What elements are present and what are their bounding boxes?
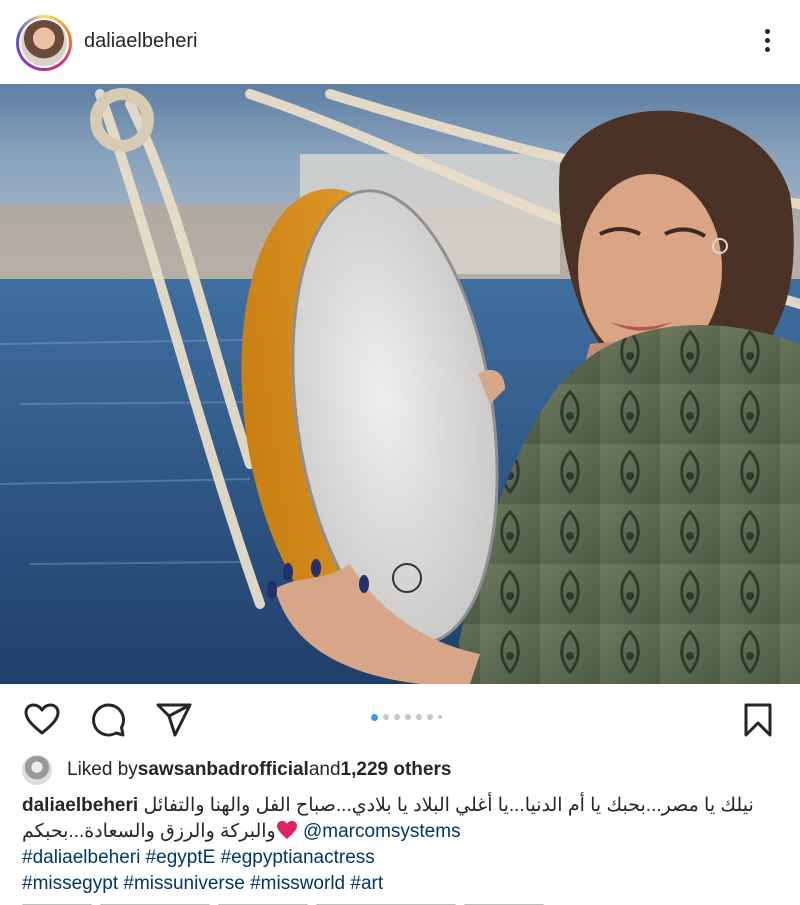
post-photo[interactable]: [0, 84, 800, 684]
caption-username[interactable]: daliaelbeheri: [22, 795, 138, 816]
post-username[interactable]: daliaelbeheri: [84, 30, 197, 53]
cut-off-text-line: [22, 898, 582, 905]
carousel-dot[interactable]: [438, 715, 442, 719]
carousel-dot[interactable]: [427, 714, 433, 720]
carousel-dot[interactable]: [371, 713, 378, 721]
caption-mention[interactable]: @marcomsystems: [303, 821, 461, 842]
likes-count[interactable]: 1,229 others: [341, 759, 452, 781]
likes-summary[interactable]: Liked by sawsanbadrofficial and 1,229 ot…: [22, 755, 451, 785]
photo-illustration: [0, 84, 800, 684]
more-vertical-icon[interactable]: [752, 26, 782, 60]
caption-text-line2: والبركة والرزق والسعادة...بحبكم: [22, 821, 276, 842]
red-heart-emoji-icon: [276, 820, 297, 840]
liker-username[interactable]: sawsanbadrofficial: [138, 759, 309, 781]
profile-avatar[interactable]: [16, 15, 72, 71]
caption-hashtags[interactable]: #daliaelbeheri #egyptE #egpyptianactress: [22, 847, 375, 868]
carousel-dot[interactable]: [383, 714, 389, 720]
share-icon[interactable]: [154, 700, 194, 740]
likes-prefix: Liked by: [67, 759, 138, 780]
bookmark-icon[interactable]: [738, 700, 778, 740]
carousel-indicator: [371, 712, 442, 722]
likes-and: and: [308, 759, 341, 780]
carousel-dot[interactable]: [394, 714, 400, 720]
comment-icon[interactable]: [88, 700, 128, 740]
carousel-dot[interactable]: [405, 714, 411, 720]
caption-hashtags[interactable]: #missegypt #missuniverse #missworld #art: [22, 873, 383, 894]
carousel-dot[interactable]: [416, 714, 422, 720]
heart-icon[interactable]: [22, 700, 62, 740]
post-caption: daliaelbeheri نيلك يا مصر...بحبك يا أم ا…: [22, 793, 782, 897]
post-header: daliaelbeheri: [0, 0, 800, 84]
caption-text-line1: نيلك يا مصر...بحبك يا أم الدنيا...يا أغل…: [143, 795, 754, 816]
liker-avatar[interactable]: [22, 755, 52, 785]
